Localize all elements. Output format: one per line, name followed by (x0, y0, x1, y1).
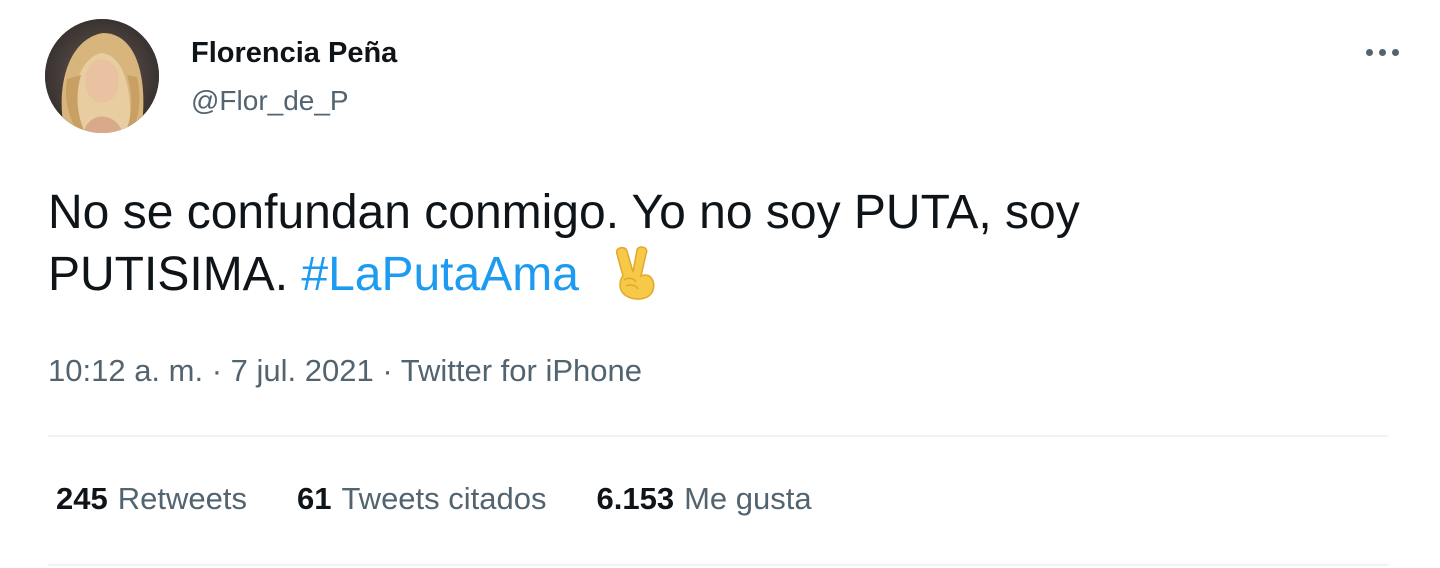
retweets-count: 245 (56, 481, 108, 516)
quotes-label: Tweets citados (341, 481, 547, 516)
tweet-card: Florencia Peña @Flor_de_P No se confunda… (0, 0, 1440, 568)
divider (48, 435, 1388, 437)
likes-stat[interactable]: 6.153 Me gusta (597, 481, 812, 517)
quotes-stat[interactable]: 61 Tweets citados (297, 481, 547, 517)
more-dot-icon (1391, 48, 1399, 56)
tweet-text: No se confundan conmigo. Yo no soy PUTA,… (48, 182, 1348, 316)
more-dot-icon (1365, 48, 1373, 56)
display-name[interactable]: Florencia Peña (191, 37, 397, 70)
retweets-label: Retweets (117, 481, 247, 516)
quotes-count: 61 (296, 481, 332, 516)
more-dot-icon (1378, 48, 1386, 56)
user-handle[interactable]: @Flor_de_P (191, 85, 349, 117)
avatar[interactable] (45, 19, 159, 133)
divider (48, 564, 1388, 566)
tweet-text-line1: No se confundan conmigo. Yo no soy PUTA,… (48, 186, 1080, 239)
meta-separator: · (211, 353, 223, 388)
tweet-stats: 245 Retweets 61 Tweets citados 6.153 Me gus… (56, 481, 812, 517)
meta-separator: · (382, 353, 393, 388)
tweet-date[interactable]: 7 jul. 2021 (231, 353, 374, 388)
tweet-time[interactable]: 10:12 a. m. (48, 353, 203, 388)
victory-hand-icon (612, 244, 658, 316)
tweet-source[interactable]: Twitter for iPhone (401, 353, 642, 388)
more-options-button[interactable] (1352, 30, 1412, 74)
tweet-text-line2: PUTISIMA. (48, 248, 289, 301)
likes-count: 6.153 (596, 481, 675, 516)
hashtag-link[interactable]: #LaPutaAma (301, 248, 579, 301)
likes-label: Me gusta (684, 481, 812, 516)
tweet-meta: 10:12 a. m. · 7 jul. 2021 · Twitter for … (48, 353, 642, 389)
retweets-stat[interactable]: 245 Retweets (56, 481, 247, 517)
